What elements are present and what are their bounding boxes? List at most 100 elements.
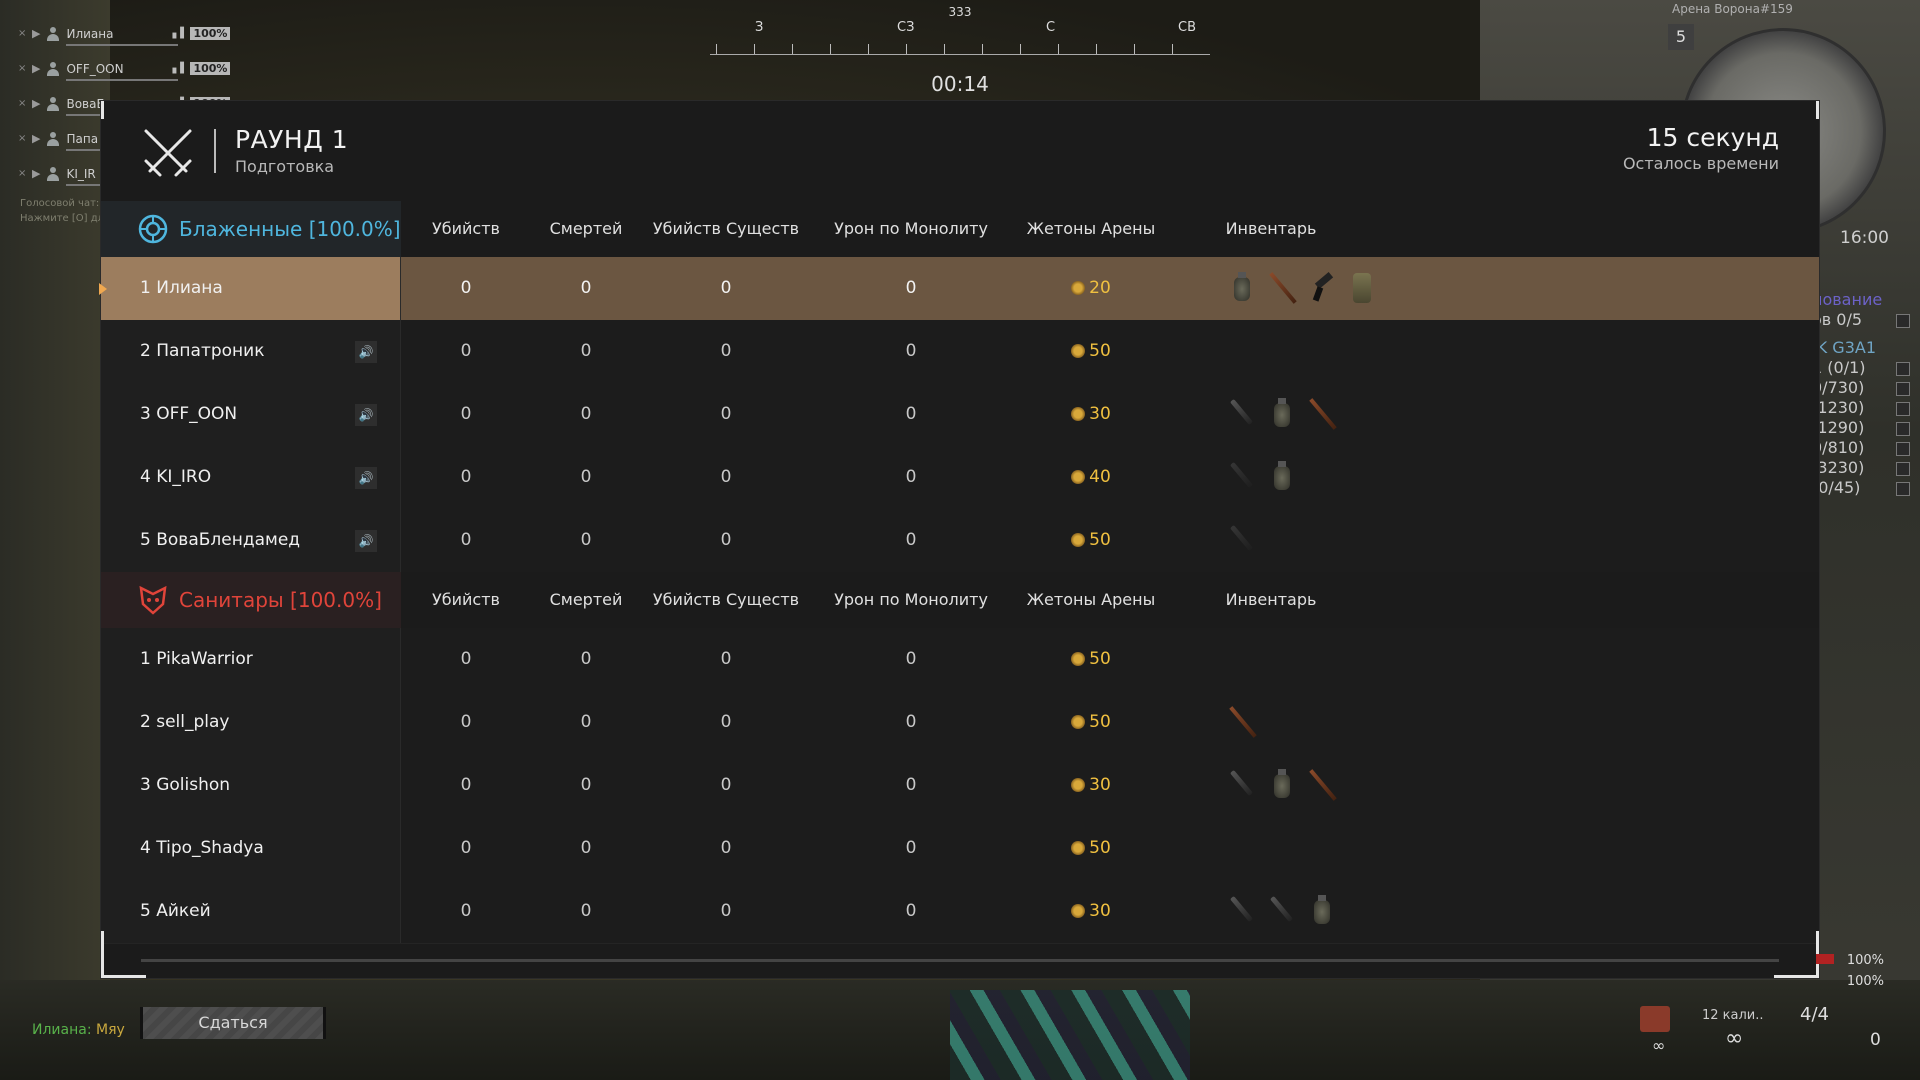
stat-monolith: 0 bbox=[905, 775, 917, 795]
arena-tokens: 50 bbox=[1011, 320, 1171, 383]
player-name: 4 KI_IRO bbox=[140, 446, 211, 509]
medkit-count: ∞ bbox=[1652, 1036, 1666, 1055]
stat-creatures: 0 bbox=[720, 712, 732, 732]
play-icon[interactable]: ▶ bbox=[32, 27, 40, 40]
player-row[interactable]: 2 sell_play 0 0 0 0 50 bbox=[101, 691, 1819, 755]
column-header: Урон по Монолиту bbox=[834, 590, 988, 609]
player-nickname: Папатроник bbox=[156, 341, 265, 361]
player-name: 5 ВоваБлендамед bbox=[140, 509, 300, 572]
vest-icon[interactable] bbox=[1347, 269, 1377, 307]
column-header: Убийств bbox=[432, 219, 500, 238]
stat-creatures: 0 bbox=[720, 467, 732, 487]
quest-gun-title: IK G3A1 bbox=[1812, 338, 1876, 357]
knife-icon[interactable] bbox=[1227, 521, 1257, 559]
quest-row-text: 0/730) bbox=[1812, 378, 1865, 397]
player-row[interactable]: 4 KI_IRO 🔊 0 0 0 0 40 bbox=[101, 446, 1819, 510]
column-header-inventory: Инвентарь bbox=[1225, 219, 1317, 238]
stat-creatures: 0 bbox=[720, 530, 732, 550]
quest-checkbox bbox=[1896, 362, 1910, 376]
grenade-icon[interactable] bbox=[1267, 766, 1297, 804]
player-row[interactable]: 1 Илиана 0 0 0 0 20 bbox=[99, 257, 1819, 321]
compass-tick bbox=[1134, 44, 1135, 54]
play-icon[interactable]: ▶ bbox=[32, 132, 40, 145]
signal-icon: ▖▌ bbox=[172, 28, 188, 39]
compass-tick bbox=[982, 44, 983, 54]
stat-monolith: 0 bbox=[905, 530, 917, 550]
signal-icon: ▖▌ bbox=[172, 63, 188, 74]
player-row[interactable]: 2 Папатроник 🔊 0 0 0 0 50 bbox=[101, 320, 1819, 384]
close-icon[interactable]: × bbox=[18, 168, 26, 179]
speaker-icon[interactable]: 🔊 bbox=[355, 341, 377, 363]
player-row[interactable]: 1 PikaWarrior 0 0 0 0 50 bbox=[101, 628, 1819, 692]
health-readout: 100% 100% bbox=[1820, 950, 1884, 992]
knife-icon[interactable] bbox=[1227, 458, 1257, 496]
player-name-cell: 2 Папатроник 🔊 bbox=[101, 320, 401, 383]
token-count: 50 bbox=[1089, 649, 1111, 669]
game-clock: 16:00 bbox=[1840, 228, 1889, 248]
player-nickname: Илиана bbox=[156, 278, 223, 298]
player-row[interactable]: 5 ВоваБлендамед 🔊 0 0 0 0 50 bbox=[101, 509, 1819, 573]
play-icon[interactable]: ▶ bbox=[32, 97, 40, 110]
player-name: 1 Илиана bbox=[140, 257, 223, 320]
quest-row: (0/45) bbox=[1812, 478, 1920, 498]
player-rank: 2 bbox=[140, 712, 151, 732]
scoreboard-scrollbar[interactable] bbox=[141, 959, 1779, 962]
knife-icon[interactable] bbox=[1227, 395, 1257, 433]
inventory bbox=[1227, 703, 1257, 741]
close-icon[interactable]: × bbox=[18, 63, 26, 74]
grenade-icon[interactable] bbox=[1307, 892, 1337, 930]
column-header: Жетоны Арены bbox=[1026, 219, 1156, 238]
column-header: Убийств Существ bbox=[652, 590, 800, 609]
compass-tick bbox=[944, 44, 945, 54]
token-count: 30 bbox=[1089, 901, 1111, 921]
stat-kills: 0 bbox=[460, 838, 472, 858]
knife-icon[interactable] bbox=[1227, 892, 1257, 930]
pistol-icon[interactable] bbox=[1307, 269, 1337, 307]
token-coin-icon bbox=[1071, 778, 1086, 792]
teammate-row[interactable]: × ▶ OFF_OON ▖▌ 100% bbox=[18, 51, 278, 86]
player-row[interactable]: 5 Айкей 0 0 0 0 30 bbox=[101, 880, 1819, 944]
stat-kills: 0 bbox=[460, 649, 472, 669]
rifle-icon[interactable] bbox=[1307, 766, 1337, 804]
frame-corner bbox=[101, 975, 146, 978]
quest-row: /3230) bbox=[1812, 458, 1920, 478]
time-left-label: Осталось времени bbox=[1622, 154, 1779, 173]
grenade-icon[interactable] bbox=[1267, 395, 1297, 433]
quest-checkbox bbox=[1896, 442, 1910, 456]
surrender-button[interactable]: Сдаться bbox=[140, 1007, 326, 1039]
knife-icon[interactable] bbox=[1227, 766, 1257, 804]
compass-tick bbox=[1096, 44, 1097, 54]
close-icon[interactable]: × bbox=[18, 28, 26, 39]
rifle-icon[interactable] bbox=[1227, 703, 1257, 741]
close-icon[interactable]: × bbox=[18, 98, 26, 109]
match-timer: 00:14 bbox=[931, 72, 989, 96]
player-name-cell: 3 Golishon bbox=[101, 754, 401, 817]
team-name-cell: Блаженные [100.0%] bbox=[101, 201, 401, 257]
stat-kills: 0 bbox=[460, 901, 472, 921]
player-name-cell: 1 PikaWarrior bbox=[101, 628, 401, 691]
player-row[interactable]: 3 OFF_OON 🔊 0 0 0 0 30 bbox=[101, 383, 1819, 447]
play-icon[interactable]: ▶ bbox=[32, 62, 40, 75]
user-icon bbox=[46, 26, 60, 41]
teammate-row[interactable]: × ▶ Илиана ▖▌ 100% bbox=[18, 16, 278, 51]
ammo-count: ∞ bbox=[1725, 1026, 1744, 1051]
grenade-icon[interactable] bbox=[1267, 458, 1297, 496]
compass-tick bbox=[906, 44, 907, 54]
speaker-icon[interactable]: 🔊 bbox=[355, 467, 377, 489]
grenade-icon[interactable] bbox=[1227, 269, 1257, 307]
team-name: Блаженные [100.0%] bbox=[179, 217, 401, 241]
magazine-count: 4/4 bbox=[1800, 1004, 1829, 1025]
rifle-icon[interactable] bbox=[1307, 395, 1337, 433]
close-icon[interactable]: × bbox=[18, 133, 26, 144]
play-icon[interactable]: ▶ bbox=[32, 167, 40, 180]
speaker-icon[interactable]: 🔊 bbox=[355, 530, 377, 552]
rifle-icon[interactable] bbox=[1267, 269, 1297, 307]
stat-creatures: 0 bbox=[720, 901, 732, 921]
player-row[interactable]: 4 Tipo_Shadya 0 0 0 0 50 bbox=[101, 817, 1819, 881]
knife-icon[interactable] bbox=[1267, 892, 1297, 930]
player-row[interactable]: 3 Golishon 0 0 0 0 30 bbox=[101, 754, 1819, 818]
speaker-icon[interactable]: 🔊 bbox=[355, 404, 377, 426]
player-name-cell: 5 ВоваБлендамед 🔊 bbox=[101, 509, 401, 572]
stat-creatures: 0 bbox=[720, 775, 732, 795]
token-count: 50 bbox=[1089, 712, 1111, 732]
